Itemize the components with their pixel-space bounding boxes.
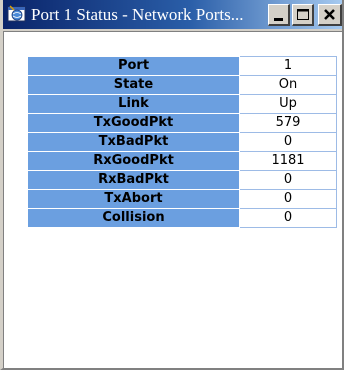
table-row: Collision 0 [27, 208, 337, 228]
port-status-table: Port 1 State On Link Up TxGoodPkt 579 Tx… [27, 56, 337, 228]
row-label-state: State [27, 75, 240, 95]
table-row: RxGoodPkt 1181 [27, 151, 337, 171]
row-value-rxbadpkt: 0 [239, 170, 337, 190]
table-row: RxBadPkt 0 [27, 170, 337, 190]
row-value-port: 1 [239, 56, 337, 76]
browser-globe-icon[interactable] [7, 5, 27, 23]
row-label-txbadpkt: TxBadPkt [27, 132, 240, 152]
table-row: Port 1 [27, 56, 337, 76]
row-value-txgoodpkt: 579 [239, 113, 337, 133]
table-row: TxAbort 0 [27, 189, 337, 209]
row-label-port: Port [27, 56, 240, 76]
row-label-txabort: TxAbort [27, 189, 240, 209]
row-label-rxbadpkt: RxBadPkt [27, 170, 240, 190]
row-label-collision: Collision [27, 208, 240, 228]
maximize-button[interactable] [292, 4, 314, 26]
row-value-collision: 0 [239, 208, 337, 228]
close-button[interactable] [318, 4, 342, 26]
window-title: Port 1 Status - Network Ports... [31, 5, 244, 24]
row-value-rxgoodpkt: 1181 [239, 151, 337, 171]
browser-popup-window: Port 1 Status - Network Ports... Port 1 … [0, 0, 344, 370]
table-row: State On [27, 75, 337, 95]
row-value-txbadpkt: 0 [239, 132, 337, 152]
row-label-link: Link [27, 94, 240, 114]
minimize-button[interactable] [268, 4, 290, 26]
page-content: Port 1 State On Link Up TxGoodPkt 579 Tx… [3, 31, 342, 368]
row-value-link: Up [239, 94, 337, 114]
row-label-txgoodpkt: TxGoodPkt [27, 113, 240, 133]
title-bar[interactable]: Port 1 Status - Network Ports... [3, 0, 342, 31]
row-value-txabort: 0 [239, 189, 337, 209]
table-row: TxGoodPkt 579 [27, 113, 337, 133]
row-label-rxgoodpkt: RxGoodPkt [27, 151, 240, 171]
table-row: Link Up [27, 94, 337, 114]
table-row: TxBadPkt 0 [27, 132, 337, 152]
row-value-state: On [239, 75, 337, 95]
